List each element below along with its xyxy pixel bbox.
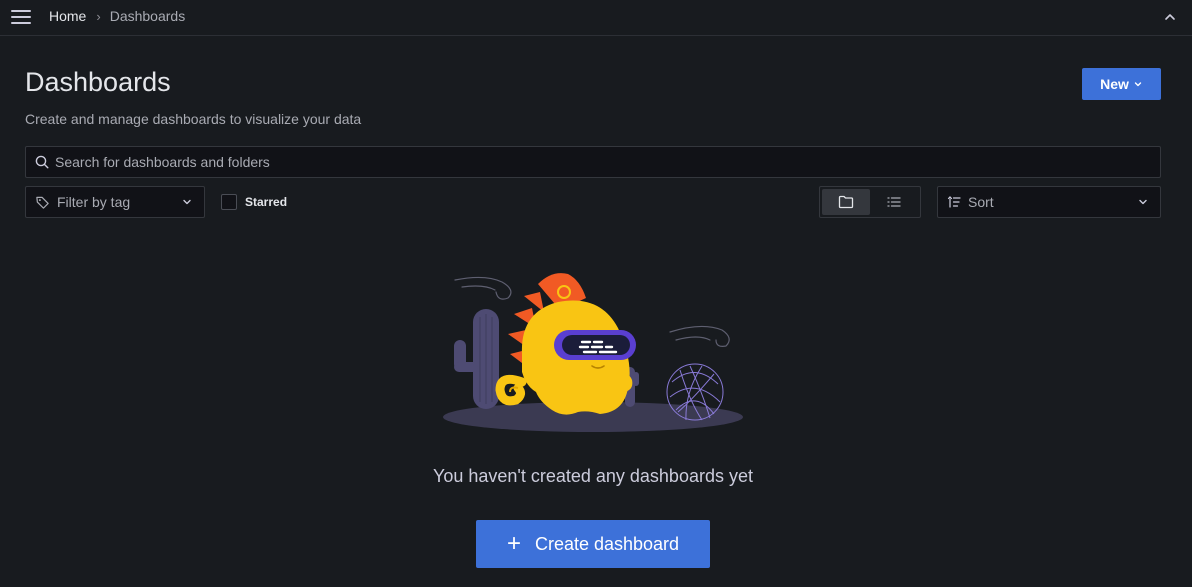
starred-label: Starred [245,195,288,209]
list-icon [887,197,901,207]
chevron-down-icon [183,199,191,205]
breadcrumb-home[interactable]: Home [49,8,86,24]
list-view-button[interactable] [870,189,918,215]
chevron-down-icon [1134,82,1142,87]
hamburger-icon[interactable] [11,10,31,24]
new-button-label: New [1100,76,1129,92]
breadcrumb: Home › Dashboards [49,8,185,24]
sort-icon [947,196,961,208]
search-input[interactable] [49,147,1160,177]
breadcrumb-separator-icon: › [96,8,101,24]
tag-filter-select[interactable]: Filter by tag [25,186,205,218]
search-icon [35,155,49,169]
top-bar: Home › Dashboards [0,0,1192,36]
starred-toggle[interactable]: Starred [221,194,287,210]
new-button[interactable]: New [1082,68,1161,100]
tag-icon [36,196,49,209]
breadcrumb-current: Dashboards [109,8,186,24]
folder-view-button[interactable] [822,189,870,215]
page-title: Dashboards [25,67,171,97]
plus-icon: + [506,530,521,557]
folder-icon [838,195,854,209]
starred-checkbox[interactable] [221,194,237,210]
sort-select[interactable]: Sort [937,186,1161,218]
view-mode-toggle [819,186,921,218]
chevron-down-icon [1139,199,1147,205]
empty-state-mascot-illustration [443,273,743,432]
create-dashboard-label: Create dashboard [534,533,680,554]
tag-filter-label: Filter by tag [57,194,131,210]
search-box [25,146,1161,178]
sort-label: Sort [968,194,994,210]
empty-state-message: You haven't created any dashboards yet [432,466,753,486]
chevron-up-icon[interactable] [1162,9,1178,25]
page-subtitle: Create and manage dashboards to visualiz… [25,111,362,127]
create-dashboard-button[interactable]: + Create dashboard [476,520,710,568]
